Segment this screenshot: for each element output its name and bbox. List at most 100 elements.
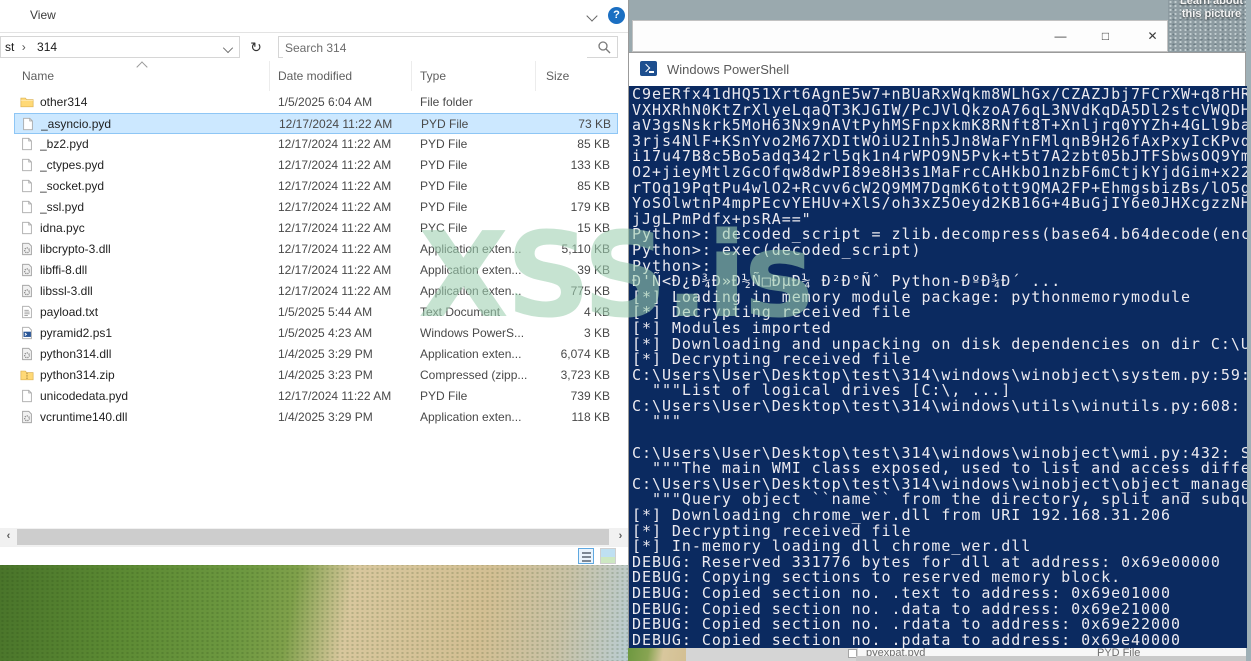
file-row[interactable]: unicodedata.pyd 12/17/2024 11:22 AM PYD Fi… bbox=[14, 386, 618, 407]
minimize-icon[interactable]: — bbox=[1038, 21, 1083, 51]
file-size: 4 KB bbox=[583, 305, 610, 319]
file-type: PYD File bbox=[421, 117, 469, 131]
learn-about-picture-label[interactable]: Learn about this picture bbox=[1180, 0, 1243, 21]
file-row[interactable]: libssl-3.dll 12/17/2024 11:22 AM Applicati… bbox=[14, 281, 618, 302]
file-type: Application exten... bbox=[420, 284, 522, 298]
file-type: PYD File bbox=[420, 158, 468, 172]
console-output[interactable]: C9eERfx41dHQ51Xrt6AgnE5w7+nBUaRxWqkm8WLh… bbox=[629, 86, 1247, 648]
file-date-modified: 12/17/2024 11:22 AM bbox=[278, 242, 392, 256]
file-row[interactable]: python314.dll 1/4/2025 3:29 PM Application… bbox=[14, 344, 618, 365]
powershell-icon bbox=[640, 61, 657, 76]
breadcrumb-current[interactable]: 314 bbox=[37, 40, 57, 54]
file-type: Application exten... bbox=[420, 347, 522, 361]
file-name: vcruntime140.dll bbox=[40, 410, 128, 424]
file-row[interactable]: idna.pyc 12/17/2024 11:22 AM PYC File 15 KB bbox=[14, 218, 618, 239]
address-row: st › 314 ↻ bbox=[0, 33, 628, 61]
powershell-titlebar[interactable]: Windows PowerShell bbox=[629, 53, 1245, 86]
console-line: Python>: exec(decoded_script) bbox=[632, 240, 922, 259]
file-icon bbox=[20, 389, 34, 403]
refresh-icon[interactable]: ↻ bbox=[244, 36, 268, 58]
wallpaper-gap bbox=[628, 648, 686, 661]
help-icon[interactable]: ? bbox=[608, 7, 625, 24]
details-view-icon[interactable] bbox=[578, 548, 594, 564]
file-date-modified: 1/5/2025 6:04 AM bbox=[278, 95, 373, 109]
fragment-scrollbar[interactable] bbox=[856, 656, 1246, 661]
file-size: 775 KB bbox=[570, 284, 610, 298]
address-dropdown-icon[interactable] bbox=[222, 42, 234, 54]
file-explorer-window: View ? st › 314 ↻ Name Date mo bbox=[0, 0, 629, 565]
file-row[interactable]: _ctypes.pyd 12/17/2024 11:22 AM PYD File 13… bbox=[14, 155, 618, 176]
file-icon bbox=[20, 158, 34, 172]
file-row[interactable]: _bz2.pyd 12/17/2024 11:22 AM PYD File 85 KB bbox=[14, 134, 618, 155]
window-fragment-panel bbox=[686, 648, 858, 661]
search-box bbox=[278, 36, 618, 58]
file-row[interactable]: payload.txt 1/5/2025 5:44 AM Text Document… bbox=[14, 302, 618, 323]
file-size: 118 KB bbox=[571, 410, 610, 424]
file-date-modified: 12/17/2024 11:22 AM bbox=[278, 200, 392, 214]
file-date-modified: 12/17/2024 11:22 AM bbox=[278, 284, 392, 298]
file-size: 85 KB bbox=[577, 137, 610, 151]
file-ps-icon bbox=[20, 326, 34, 340]
file-size: 6,074 KB bbox=[560, 347, 610, 361]
file-date-modified: 1/5/2025 4:23 AM bbox=[278, 326, 373, 340]
file-type: Application exten... bbox=[420, 410, 522, 424]
column-header-date-modified[interactable]: Date modified bbox=[270, 61, 412, 91]
scroll-right-icon[interactable]: › bbox=[612, 528, 629, 546]
file-gear-icon bbox=[20, 242, 34, 256]
scrollbar-thumb[interactable] bbox=[17, 529, 609, 545]
learn-about-line1: Learn about bbox=[1180, 0, 1243, 7]
file-size: 39 KB bbox=[577, 263, 610, 277]
file-row[interactable]: libffi-8.dll 12/17/2024 11:22 AM Applicati… bbox=[14, 260, 618, 281]
file-row[interactable]: pyramid2.ps1 1/5/2025 4:23 AM Windows Powe… bbox=[14, 323, 618, 344]
maximize-icon[interactable]: □ bbox=[1083, 21, 1128, 51]
column-header-name[interactable]: Name bbox=[0, 61, 270, 91]
file-row[interactable]: libcrypto-3.dll 12/17/2024 11:22 AM Applic… bbox=[14, 239, 618, 260]
file-row[interactable]: other314 1/5/2025 6:04 AM File folder bbox=[14, 92, 618, 113]
thumbnail-view-icon[interactable] bbox=[600, 548, 616, 564]
file-name: pyramid2.ps1 bbox=[40, 326, 113, 340]
ribbon-collapse-chevron-icon[interactable] bbox=[586, 9, 598, 23]
file-row[interactable]: _socket.pyd 12/17/2024 11:22 AM PYD File 85… bbox=[14, 176, 618, 197]
file-date-modified: 12/17/2024 11:22 AM bbox=[278, 158, 392, 172]
wallpaper-beach bbox=[0, 563, 632, 661]
file-icon bbox=[20, 179, 34, 193]
file-list-body: other314 1/5/2025 6:04 AM File folder _asyn… bbox=[0, 92, 629, 432]
file-row[interactable]: vcruntime140.dll 1/4/2025 3:29 PM Applicat… bbox=[14, 407, 618, 428]
file-date-modified: 1/4/2025 3:29 PM bbox=[278, 347, 373, 361]
scroll-left-icon[interactable]: ‹ bbox=[0, 528, 17, 546]
search-input[interactable] bbox=[283, 38, 587, 58]
file-size: 3 KB bbox=[583, 326, 610, 340]
file-gear-icon bbox=[20, 347, 34, 361]
file-date-modified: 12/17/2024 11:22 AM bbox=[278, 137, 392, 151]
file-icon bbox=[21, 117, 35, 131]
close-icon[interactable]: ✕ bbox=[1130, 21, 1175, 51]
file-name: python314.zip bbox=[40, 368, 115, 382]
background-window-titlebar: — □ ✕ bbox=[632, 20, 1168, 52]
column-headers: Name Date modified Type Size bbox=[0, 61, 618, 91]
file-icon bbox=[20, 200, 34, 214]
column-header-size[interactable]: Size bbox=[536, 61, 618, 91]
console-line: DEBUG: Copied section no. .pdata to addr… bbox=[632, 630, 1181, 648]
tab-view[interactable]: View bbox=[30, 8, 56, 22]
breadcrumb-chevron-icon: › bbox=[21, 40, 26, 54]
file-size: 133 KB bbox=[570, 158, 610, 172]
file-date-modified: 12/17/2024 11:22 AM bbox=[278, 389, 392, 403]
file-type: PYC File bbox=[420, 221, 468, 235]
file-name: _bz2.pyd bbox=[40, 137, 89, 151]
console-line: C:\Users\User\Desktop\test\314\windows\u… bbox=[632, 396, 1241, 415]
file-type: Compressed (zipp... bbox=[420, 368, 528, 382]
column-header-type[interactable]: Type bbox=[412, 61, 536, 91]
status-bar bbox=[0, 546, 629, 565]
file-type: Windows PowerS... bbox=[420, 326, 525, 340]
breadcrumb-parent[interactable]: st bbox=[5, 40, 14, 54]
folder-zip-icon bbox=[20, 368, 34, 382]
file-size: 73 KB bbox=[578, 117, 611, 131]
file-type: Application exten... bbox=[420, 242, 522, 256]
file-size: 5,110 KB bbox=[561, 242, 610, 256]
file-row[interactable]: _asyncio.pyd 12/17/2024 11:22 AM PYD File 7… bbox=[14, 113, 618, 134]
file-row[interactable]: _ssl.pyd 12/17/2024 11:22 AM PYD File 179 K… bbox=[14, 197, 618, 218]
address-bar[interactable]: st › 314 bbox=[0, 36, 240, 58]
horizontal-scrollbar[interactable]: ‹ › bbox=[0, 528, 629, 546]
file-row[interactable]: python314.zip 1/4/2025 3:23 PM Compressed … bbox=[14, 365, 618, 386]
file-date-modified: 1/4/2025 3:23 PM bbox=[278, 368, 373, 382]
